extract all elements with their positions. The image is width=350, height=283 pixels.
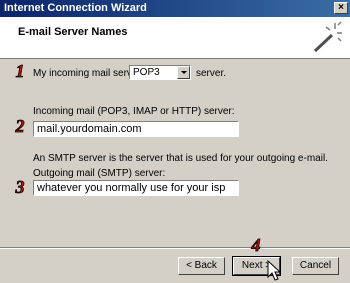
incoming-type-suffix: server. xyxy=(196,68,227,79)
incoming-server-label: Incoming mail (POP3, IMAP or HTTP) serve… xyxy=(33,106,235,117)
step-3-number: 3 xyxy=(15,178,25,196)
step-4-number: 4 xyxy=(251,236,261,254)
wizard-wand-icon xyxy=(313,21,342,53)
chevron-down-icon[interactable] xyxy=(177,66,190,79)
cancel-button[interactable]: Cancel xyxy=(292,257,339,275)
step-1-badge: 1 xyxy=(15,62,25,80)
page-title: E-mail Server Names xyxy=(18,26,128,38)
outgoing-server-label: Outgoing mail (SMTP) server: xyxy=(33,168,166,179)
step-1-number: 1 xyxy=(16,62,25,80)
step-4-badge: 4 xyxy=(250,236,261,254)
outgoing-server-field[interactable]: whatever you normally use for your isp xyxy=(33,180,239,196)
step-3-badge: 3 xyxy=(14,178,25,196)
title-bar: Internet Connection Wizard × xyxy=(0,0,350,17)
mouse-pointer-icon xyxy=(267,260,281,281)
wizard-header: E-mail Server Names xyxy=(0,17,350,59)
wizard-window: Internet Connection Wizard × E-mail Serv… xyxy=(0,0,350,283)
footer-divider-highlight xyxy=(0,248,350,249)
close-button[interactable]: × xyxy=(334,2,348,14)
back-button[interactable]: < Back xyxy=(178,257,225,275)
step-2-badge: 2 xyxy=(14,117,25,135)
window-title: Internet Connection Wizard xyxy=(4,2,147,14)
smtp-info-text: An SMTP server is the server that is use… xyxy=(33,153,328,164)
select-value: POP3 xyxy=(133,67,160,78)
incoming-server-field[interactable]: mail.yourdomain.com xyxy=(33,121,239,137)
step-2-number: 2 xyxy=(15,117,25,135)
incoming-server-type-select[interactable]: POP3 xyxy=(129,65,191,80)
